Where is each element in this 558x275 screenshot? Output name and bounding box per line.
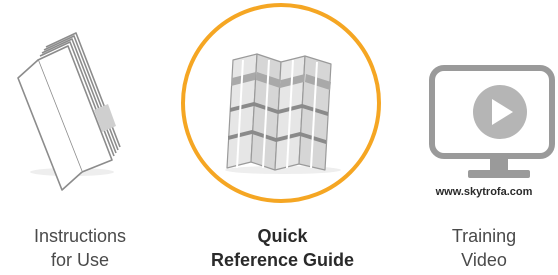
quick-reference-guide-caption: Quick Reference Guide: [175, 224, 390, 272]
training-video-caption: Training Video: [410, 224, 558, 272]
training-video-item[interactable]: www.skytrofa.com Training Video: [410, 0, 558, 275]
video-monitor-icon: [429, 65, 555, 178]
instructions-caption-line-2: for Use: [50, 250, 110, 270]
instructions-for-use-caption: Instructions for Use: [0, 224, 160, 272]
training-caption-line-1: Training: [451, 226, 517, 246]
quick-reference-guide-graphic: [181, 3, 381, 203]
quick-reference-caption-line-2: Reference Guide: [210, 250, 355, 270]
training-caption-line-2: Video: [461, 250, 507, 270]
booklet-icon: [17, 32, 121, 191]
instructions-caption-line-1: Instructions: [33, 226, 127, 246]
quick-reference-guide-item[interactable]: Quick Reference Guide: [175, 0, 390, 275]
quick-reference-caption-line-1: Quick: [257, 226, 308, 246]
website-url: www.skytrofa.com: [435, 186, 533, 198]
folded-map-icon: [225, 53, 341, 174]
instructions-for-use-item[interactable]: Instructions for Use: [0, 0, 160, 275]
